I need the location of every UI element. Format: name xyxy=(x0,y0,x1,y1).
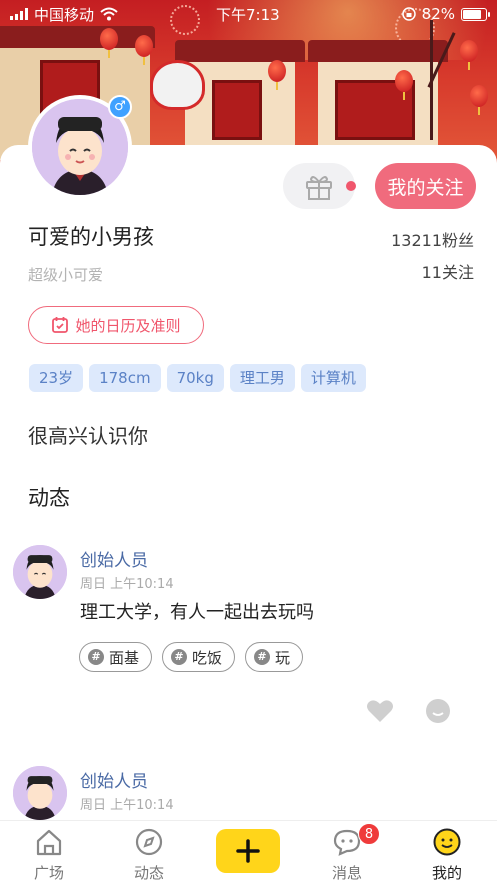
message-count-badge: 8 xyxy=(358,823,380,845)
tab-label: 动态 xyxy=(133,864,164,882)
feed-section-title: 动态 xyxy=(28,486,70,510)
tag-height: 178cm xyxy=(89,364,161,392)
tab-plaza[interactable]: 广场 xyxy=(9,821,89,883)
post-time: 周日 上午10:14 xyxy=(80,577,174,592)
wifi-icon xyxy=(100,7,118,21)
bottom-tab-bar: 广场 动态 消息 8 我的 xyxy=(0,820,497,883)
calendar-check-icon xyxy=(52,317,69,333)
topic-label: 玩 xyxy=(275,648,291,667)
tag-weight: 70kg xyxy=(166,364,224,392)
post-time: 周日 上午10:14 xyxy=(80,798,174,813)
tab-mine[interactable]: 我的 xyxy=(407,821,487,883)
battery-percent: 82% xyxy=(421,5,455,23)
male-gender-icon: ♂ xyxy=(108,95,132,119)
topic-label: 吃饭 xyxy=(192,648,223,667)
gift-button[interactable] xyxy=(283,163,355,209)
topic-label: 面基 xyxy=(109,648,140,667)
profile-page: 中国移动 下午7:13 82% ♂ 我的关注 可爱的小男孩 超级小可爱 1321… xyxy=(0,0,497,883)
orientation-lock-icon xyxy=(401,7,416,21)
like-heart-icon[interactable] xyxy=(366,698,394,724)
tab-label: 消息 xyxy=(331,864,362,882)
carrier-label: 中国移动 xyxy=(34,5,95,24)
post-author-avatar[interactable] xyxy=(13,766,67,820)
user-name: 可爱的小男孩 xyxy=(28,225,154,249)
avatar-illustration xyxy=(13,766,67,820)
comment-bubble-icon[interactable] xyxy=(425,698,451,724)
following-count[interactable]: 11关注 xyxy=(422,259,474,283)
tag-type: 理工男 xyxy=(229,364,295,392)
gift-icon xyxy=(306,176,332,200)
my-follows-button[interactable]: 我的关注 xyxy=(375,163,476,209)
post-author-avatar[interactable] xyxy=(13,545,67,599)
tag-age: 23岁 xyxy=(29,364,84,392)
plus-icon xyxy=(236,839,260,863)
tag-major: 计算机 xyxy=(300,364,366,392)
notification-dot xyxy=(346,181,356,191)
tab-label: 广场 xyxy=(33,864,64,882)
hashtag-icon: # xyxy=(88,649,104,665)
compass-icon xyxy=(135,828,163,856)
calendar-rules-button[interactable]: 她的日历及准则 xyxy=(28,306,204,344)
fans-count[interactable]: 13211粉丝 xyxy=(391,227,474,251)
post-author-name[interactable]: 创始人员 xyxy=(80,546,148,571)
home-icon xyxy=(36,829,62,856)
status-bar: 中国移动 下午7:13 82% xyxy=(0,0,497,28)
clock: 下午7:13 xyxy=(216,5,280,24)
post-text[interactable]: 理工大学，有人一起出去玩吗 xyxy=(80,598,314,624)
self-intro: 很高兴认识你 xyxy=(28,424,148,448)
topic-chip[interactable]: # 吃饭 xyxy=(162,642,236,672)
calendar-button-label: 她的日历及准则 xyxy=(75,316,181,335)
hashtag-icon: # xyxy=(254,649,270,665)
hashtag-icon: # xyxy=(171,649,187,665)
profile-tags: 23岁 178cm 70kg 理工男 计算机 xyxy=(29,364,366,392)
signal-icon xyxy=(10,8,28,20)
battery-icon xyxy=(461,7,490,21)
smiley-icon xyxy=(433,828,461,856)
publish-button[interactable] xyxy=(216,829,280,873)
tab-moments[interactable]: 动态 xyxy=(109,821,189,883)
post-author-name[interactable]: 创始人员 xyxy=(80,767,148,792)
avatar-illustration xyxy=(13,545,67,599)
user-signature: 超级小可爱 xyxy=(28,266,104,284)
topic-chip[interactable]: # 面基 xyxy=(79,642,153,672)
topic-chip[interactable]: # 玩 xyxy=(245,642,304,672)
tab-label: 我的 xyxy=(431,864,462,882)
